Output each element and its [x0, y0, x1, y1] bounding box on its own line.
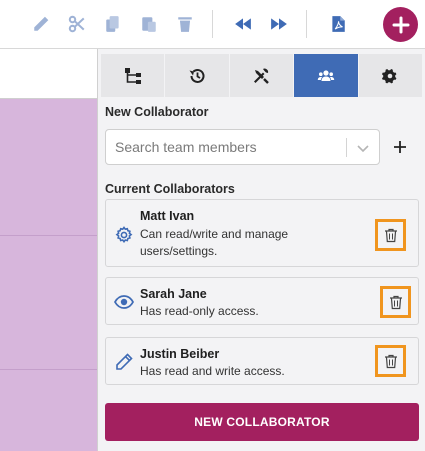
copy-icon[interactable] [102, 13, 124, 35]
collaborator-card: Justin Beiber Has read and write access. [105, 337, 419, 385]
canvas-gridline [0, 235, 97, 236]
side-panel: New Collaborator Current Collaborators M… [97, 49, 425, 451]
current-collaborators-heading: Current Collaborators [105, 182, 235, 196]
eye-icon [114, 295, 134, 309]
tab-collaborators[interactable] [294, 54, 359, 97]
fast-forward-icon[interactable] [268, 13, 290, 35]
users-icon [317, 69, 335, 81]
tab-settings[interactable] [358, 54, 423, 97]
trash-icon [384, 354, 397, 368]
pencil-icon[interactable] [30, 13, 52, 35]
rewind-icon[interactable] [232, 13, 254, 35]
select-divider [346, 138, 347, 157]
plus-icon [392, 16, 409, 33]
trash-icon [384, 228, 397, 242]
collaborator-description: Has read-only access. [140, 304, 259, 318]
history-icon [189, 68, 205, 83]
collaborator-description: Can read/write and manage users/settings… [140, 227, 289, 258]
collaborator-name: Justin Beiber [140, 347, 220, 361]
toolbar [0, 0, 425, 49]
gear-icon [115, 226, 133, 244]
collaborator-card: Sarah Jane Has read-only access. [105, 277, 419, 325]
tab-structure[interactable] [101, 54, 166, 97]
tab-tools[interactable] [229, 54, 295, 97]
add-button[interactable] [383, 7, 418, 42]
collaborator-name: Sarah Jane [140, 287, 207, 301]
canvas-region [0, 99, 97, 451]
toolbar-separator [306, 10, 307, 38]
scissors-icon[interactable] [66, 13, 88, 35]
remove-collaborator-button[interactable] [375, 345, 406, 377]
search-team-members-select[interactable] [105, 129, 380, 165]
collaborator-card: Matt Ivan Can read/write and manage user… [105, 199, 419, 267]
add-collaborator-plus-icon[interactable] [391, 138, 409, 156]
canvas-area[interactable] [0, 49, 97, 451]
new-collaborator-button[interactable]: NEW COLLABORATOR [105, 403, 419, 441]
paste-icon[interactable] [138, 13, 160, 35]
gear-icon [382, 68, 397, 83]
panel-tabs [101, 54, 423, 97]
remove-collaborator-button[interactable] [380, 286, 411, 318]
chevron-down-icon[interactable] [356, 141, 370, 155]
trash-icon[interactable] [174, 13, 196, 35]
tools-icon [254, 68, 270, 84]
sitemap-icon [124, 67, 141, 84]
search-input[interactable] [106, 130, 346, 164]
collaborator-name: Matt Ivan [140, 209, 195, 223]
collaborator-description: Has read and write access. [140, 364, 285, 378]
trash-icon [389, 295, 402, 309]
toolbar-separator [212, 10, 213, 38]
pdf-icon[interactable] [327, 13, 349, 35]
canvas-gridline [0, 369, 97, 370]
pencil-icon [116, 353, 133, 370]
tab-history[interactable] [165, 54, 230, 97]
remove-collaborator-button[interactable] [375, 219, 406, 251]
new-collaborator-heading: New Collaborator [105, 105, 209, 119]
